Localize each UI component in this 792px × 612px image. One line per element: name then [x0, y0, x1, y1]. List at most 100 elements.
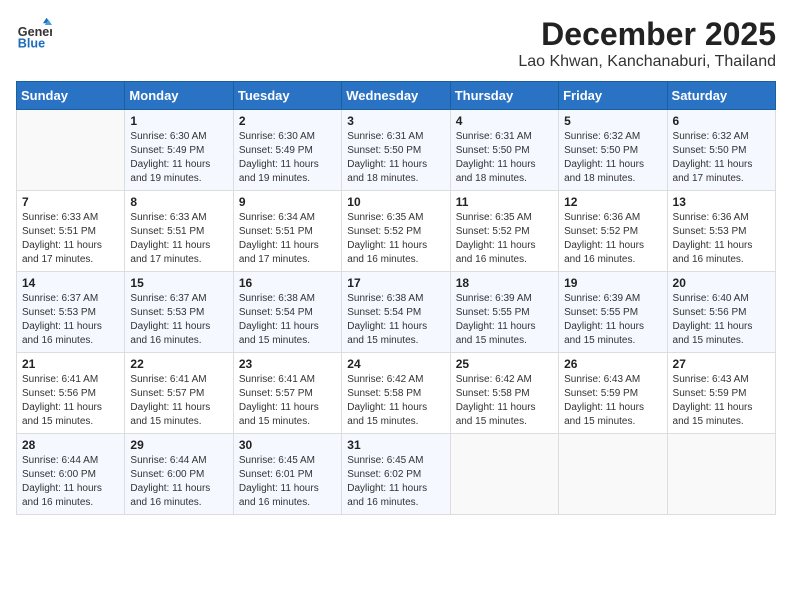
calendar-week-row: 1 Sunrise: 6:30 AMSunset: 5:49 PMDaylight… — [17, 110, 776, 191]
day-info: Sunrise: 6:37 AMSunset: 5:53 PMDaylight:… — [22, 292, 119, 348]
calendar-cell: 11Sunrise: 6:35 AMSunset: 5:52 PMDayligh… — [450, 191, 558, 272]
calendar-cell: 16 Sunrise: 6:38 AMSunset: 5:54 PMDayligh… — [233, 272, 341, 353]
day-info: Sunrise: 6:43 AMSunset: 5:59 PMDaylight:… — [564, 373, 661, 429]
day-number: 30 — [239, 438, 336, 452]
calendar-cell: 26 Sunrise: 6:43 AMSunset: 5:59 PMDayligh… — [559, 353, 667, 434]
weekday-header-saturday: Saturday — [667, 82, 775, 110]
calendar-cell: 5 Sunrise: 6:32 AMSunset: 5:50 PMDaylight… — [559, 110, 667, 191]
day-number: 26 — [564, 357, 661, 371]
logo: General Blue — [16, 16, 52, 52]
day-info: Sunrise: 6:43 AMSunset: 5:59 PMDaylight:… — [673, 373, 770, 429]
day-number: 12 — [564, 195, 661, 209]
day-number: 7 — [22, 195, 119, 209]
calendar-cell: 30 Sunrise: 6:45 AMSunset: 6:01 PMDayligh… — [233, 434, 341, 515]
day-number: 22 — [130, 357, 227, 371]
day-number: 25 — [456, 357, 553, 371]
day-number: 4 — [456, 114, 553, 128]
calendar-cell: 6Sunrise: 6:32 AMSunset: 5:50 PMDaylight… — [667, 110, 775, 191]
calendar-cell: 29Sunrise: 6:44 AMSunset: 6:00 PMDayligh… — [125, 434, 233, 515]
day-info: Sunrise: 6:32 AMSunset: 5:50 PMDaylight:… — [564, 130, 661, 186]
calendar-table: SundayMondayTuesdayWednesdayThursdayFrid… — [16, 81, 776, 515]
page-header: General Blue December 2025 Lao Khwan, Ka… — [16, 16, 776, 71]
location: Lao Khwan, Kanchanaburi, Thailand — [518, 53, 776, 71]
day-info: Sunrise: 6:31 AMSunset: 5:50 PMDaylight:… — [347, 130, 444, 186]
day-number: 6 — [673, 114, 770, 128]
day-number: 18 — [456, 276, 553, 290]
title-section: December 2025 Lao Khwan, Kanchanaburi, T… — [518, 16, 776, 71]
weekday-header-friday: Friday — [559, 82, 667, 110]
calendar-week-row: 14 Sunrise: 6:37 AMSunset: 5:53 PMDayligh… — [17, 272, 776, 353]
day-number: 15 — [130, 276, 227, 290]
day-info: Sunrise: 6:41 AMSunset: 5:57 PMDaylight:… — [239, 373, 336, 429]
day-info: Sunrise: 6:38 AMSunset: 5:54 PMDaylight:… — [239, 292, 336, 348]
day-info: Sunrise: 6:44 AMSunset: 6:00 PMDaylight:… — [22, 454, 119, 510]
day-info: Sunrise: 6:39 AMSunset: 5:55 PMDaylight:… — [456, 292, 553, 348]
day-number: 9 — [239, 195, 336, 209]
calendar-cell: 2Sunrise: 6:30 AMSunset: 5:49 PMDaylight… — [233, 110, 341, 191]
day-number: 20 — [673, 276, 770, 290]
calendar-cell: 21 Sunrise: 6:41 AMSunset: 5:56 PMDayligh… — [17, 353, 125, 434]
day-info: Sunrise: 6:35 AMSunset: 5:52 PMDaylight:… — [456, 211, 553, 267]
weekday-header-thursday: Thursday — [450, 82, 558, 110]
day-number: 27 — [673, 357, 770, 371]
calendar-cell: 23 Sunrise: 6:41 AMSunset: 5:57 PMDayligh… — [233, 353, 341, 434]
day-info: Sunrise: 6:38 AMSunset: 5:54 PMDaylight:… — [347, 292, 444, 348]
day-number: 31 — [347, 438, 444, 452]
day-number: 17 — [347, 276, 444, 290]
day-number: 21 — [22, 357, 119, 371]
calendar-cell — [559, 434, 667, 515]
day-info: Sunrise: 6:44 AMSunset: 6:00 PMDaylight:… — [130, 454, 227, 510]
day-info: Sunrise: 6:42 AMSunset: 5:58 PMDaylight:… — [456, 373, 553, 429]
calendar-cell: 4 Sunrise: 6:31 AMSunset: 5:50 PMDaylight… — [450, 110, 558, 191]
day-number: 8 — [130, 195, 227, 209]
calendar-cell: 9Sunrise: 6:34 AMSunset: 5:51 PMDaylight… — [233, 191, 341, 272]
day-info: Sunrise: 6:33 AMSunset: 5:51 PMDaylight:… — [130, 211, 227, 267]
calendar-cell: 20 Sunrise: 6:40 AMSunset: 5:56 PMDayligh… — [667, 272, 775, 353]
calendar-cell: 1 Sunrise: 6:30 AMSunset: 5:49 PMDaylight… — [125, 110, 233, 191]
calendar-week-row: 28 Sunrise: 6:44 AMSunset: 6:00 PMDayligh… — [17, 434, 776, 515]
day-info: Sunrise: 6:30 AMSunset: 5:49 PMDaylight:… — [130, 130, 227, 186]
calendar-cell — [667, 434, 775, 515]
calendar-cell — [450, 434, 558, 515]
weekday-header-row: SundayMondayTuesdayWednesdayThursdayFrid… — [17, 82, 776, 110]
day-info: Sunrise: 6:37 AMSunset: 5:53 PMDaylight:… — [130, 292, 227, 348]
day-info: Sunrise: 6:39 AMSunset: 5:55 PMDaylight:… — [564, 292, 661, 348]
calendar-cell: 14 Sunrise: 6:37 AMSunset: 5:53 PMDayligh… — [17, 272, 125, 353]
calendar-week-row: 21 Sunrise: 6:41 AMSunset: 5:56 PMDayligh… — [17, 353, 776, 434]
day-info: Sunrise: 6:42 AMSunset: 5:58 PMDaylight:… — [347, 373, 444, 429]
day-info: Sunrise: 6:45 AMSunset: 6:01 PMDaylight:… — [239, 454, 336, 510]
day-info: Sunrise: 6:41 AMSunset: 5:56 PMDaylight:… — [22, 373, 119, 429]
logo-icon: General Blue — [16, 16, 52, 52]
calendar-cell: 19 Sunrise: 6:39 AMSunset: 5:55 PMDayligh… — [559, 272, 667, 353]
calendar-cell: 10 Sunrise: 6:35 AMSunset: 5:52 PMDayligh… — [342, 191, 450, 272]
calendar-cell: 25 Sunrise: 6:42 AMSunset: 5:58 PMDayligh… — [450, 353, 558, 434]
day-number: 10 — [347, 195, 444, 209]
day-number: 13 — [673, 195, 770, 209]
calendar-cell: 24Sunrise: 6:42 AMSunset: 5:58 PMDayligh… — [342, 353, 450, 434]
day-number: 14 — [22, 276, 119, 290]
day-number: 19 — [564, 276, 661, 290]
calendar-cell: 7 Sunrise: 6:33 AMSunset: 5:51 PMDaylight… — [17, 191, 125, 272]
weekday-header-wednesday: Wednesday — [342, 82, 450, 110]
day-info: Sunrise: 6:33 AMSunset: 5:51 PMDaylight:… — [22, 211, 119, 267]
svg-text:Blue: Blue — [18, 37, 45, 51]
day-number: 1 — [130, 114, 227, 128]
day-info: Sunrise: 6:30 AMSunset: 5:49 PMDaylight:… — [239, 130, 336, 186]
day-number: 23 — [239, 357, 336, 371]
calendar-cell: 17 Sunrise: 6:38 AMSunset: 5:54 PMDayligh… — [342, 272, 450, 353]
day-info: Sunrise: 6:31 AMSunset: 5:50 PMDaylight:… — [456, 130, 553, 186]
day-info: Sunrise: 6:35 AMSunset: 5:52 PMDaylight:… — [347, 211, 444, 267]
day-number: 16 — [239, 276, 336, 290]
weekday-header-tuesday: Tuesday — [233, 82, 341, 110]
calendar-cell: 18 Sunrise: 6:39 AMSunset: 5:55 PMDayligh… — [450, 272, 558, 353]
calendar-cell: 22Sunrise: 6:41 AMSunset: 5:57 PMDayligh… — [125, 353, 233, 434]
calendar-cell: 31 Sunrise: 6:45 AMSunset: 6:02 PMDayligh… — [342, 434, 450, 515]
day-info: Sunrise: 6:40 AMSunset: 5:56 PMDaylight:… — [673, 292, 770, 348]
calendar-cell: 12Sunrise: 6:36 AMSunset: 5:52 PMDayligh… — [559, 191, 667, 272]
weekday-header-monday: Monday — [125, 82, 233, 110]
day-number: 28 — [22, 438, 119, 452]
day-number: 5 — [564, 114, 661, 128]
calendar-cell — [17, 110, 125, 191]
calendar-cell: 13Sunrise: 6:36 AMSunset: 5:53 PMDayligh… — [667, 191, 775, 272]
day-info: Sunrise: 6:45 AMSunset: 6:02 PMDaylight:… — [347, 454, 444, 510]
